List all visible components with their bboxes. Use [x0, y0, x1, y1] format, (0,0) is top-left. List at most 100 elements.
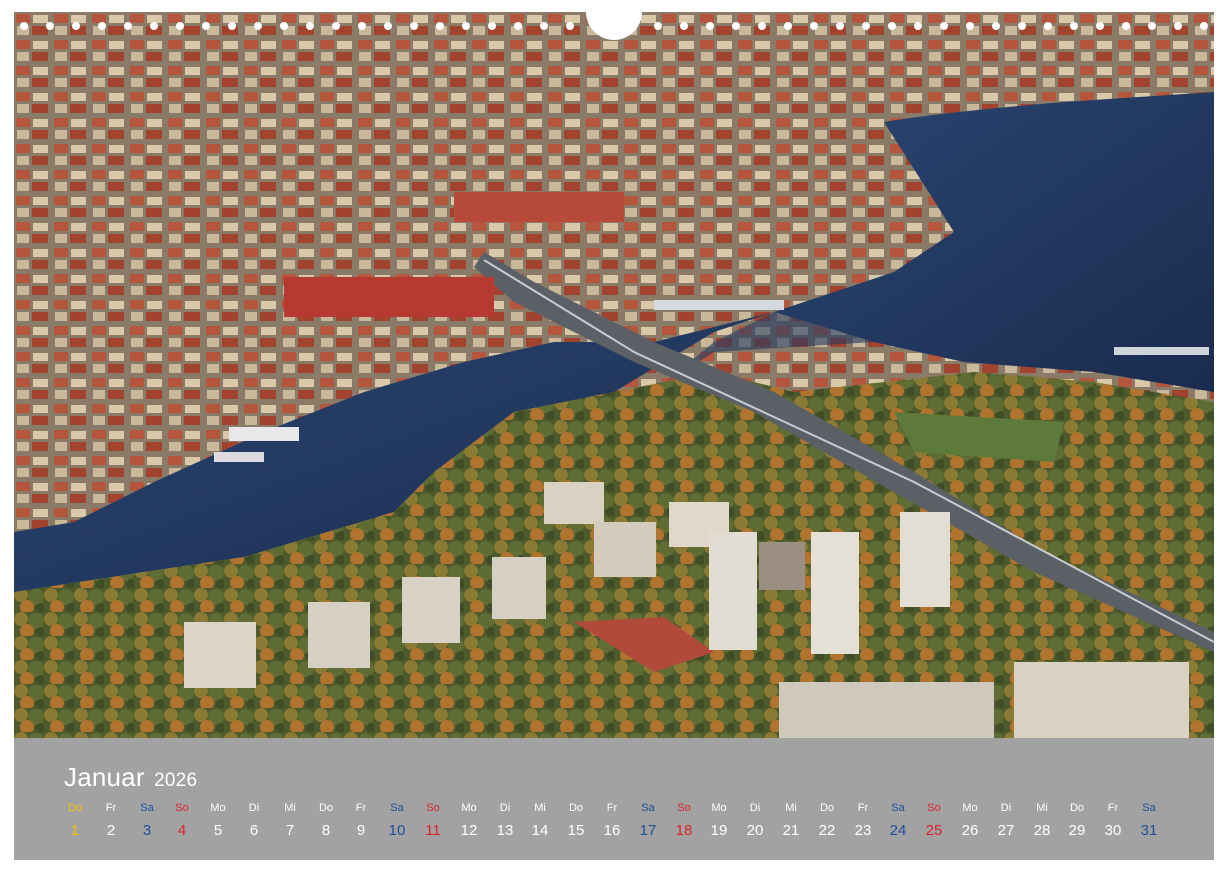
day-cell: Do 8: [308, 800, 344, 840]
day-cell: Sa 10: [379, 800, 415, 840]
day-row: Do 1 Fr 2 Sa 3 So 4 Mo 5 Di 6 Mi 7 Do 8 Fr 9 Sa 10 So 11 Mo 12 D…: [57, 800, 1177, 846]
day-number: 8: [321, 822, 331, 839]
day-cell: Di 20: [737, 800, 773, 840]
day-number: 11: [425, 822, 441, 839]
day-number: 5: [213, 822, 223, 839]
day-number: 9: [356, 822, 366, 839]
day-cell: Di 6: [236, 800, 272, 840]
weekday-label: Sa: [891, 802, 905, 814]
weekday-label: Do: [568, 802, 584, 814]
day-number: 13: [496, 822, 514, 839]
day-number: 3: [142, 822, 152, 839]
weekday-label: Sa: [641, 802, 655, 814]
month-title: Januar 2026: [64, 762, 197, 793]
day-number: 14: [531, 822, 549, 839]
weekday-label: Mo: [461, 802, 477, 814]
day-number: 17: [639, 822, 657, 839]
calendar-strip: Januar 2026 Do 1 Fr 2 Sa 3 So 4 Mo 5 Di 6 Mi 7 Do 8 Fr 9 S…: [14, 738, 1214, 860]
day-cell: Mo 19: [701, 800, 737, 840]
day-number: 1: [70, 822, 80, 839]
day-number: 30: [1104, 822, 1122, 839]
weekday-label: Mo: [711, 802, 727, 814]
day-number: 24: [889, 822, 907, 839]
day-cell: Fr 23: [845, 800, 881, 840]
day-number: 28: [1033, 822, 1051, 839]
weekday-label: Fr: [606, 802, 618, 814]
day-cell: So 25: [916, 800, 952, 840]
weekday-label: Fr: [105, 802, 117, 814]
month-name: Januar: [64, 762, 145, 792]
day-cell: Mo 26: [952, 800, 988, 840]
day-number: 20: [746, 822, 764, 839]
day-number: 2: [106, 822, 116, 839]
day-cell: Mi 28: [1024, 800, 1060, 840]
year: 2026: [154, 770, 198, 791]
day-cell: Do 29: [1059, 800, 1095, 840]
aerial-city-photo: [14, 12, 1214, 738]
weekday-label: Di: [749, 802, 761, 814]
day-cell: Fr 9: [343, 800, 379, 840]
day-number: 19: [710, 822, 728, 839]
weekday-label: Mi: [284, 802, 296, 814]
weekday-label: Mi: [785, 802, 797, 814]
day-cell: Di 27: [988, 800, 1024, 840]
weekday-label: Fr: [1107, 802, 1119, 814]
day-cell: Mi 21: [773, 800, 809, 840]
weekday-label: Do: [1069, 802, 1085, 814]
weekday-label: Sa: [390, 802, 404, 814]
weekday-label: Mi: [534, 802, 546, 814]
day-cell: Sa 31: [1131, 800, 1167, 840]
weekday-label: Mo: [962, 802, 978, 814]
day-cell: Fr 30: [1095, 800, 1131, 840]
day-cell: Fr 16: [594, 800, 630, 840]
day-number: 18: [675, 822, 693, 839]
day-cell: So 4: [164, 800, 200, 840]
weekday-label: Do: [67, 802, 83, 814]
day-number: 12: [460, 822, 478, 839]
day-cell: Sa 24: [880, 800, 916, 840]
weekday-label: Sa: [1142, 802, 1156, 814]
day-number: 16: [603, 822, 621, 839]
day-number: 22: [818, 822, 836, 839]
day-cell: Sa 3: [129, 800, 165, 840]
calendar-page: Januar 2026 Do 1 Fr 2 Sa 3 So 4 Mo 5 Di 6 Mi 7 Do 8 Fr 9 S…: [0, 0, 1222, 869]
day-cell: Mo 12: [451, 800, 487, 840]
weekday-label: Di: [1000, 802, 1012, 814]
day-cell: Di 13: [487, 800, 523, 840]
day-number: 10: [388, 822, 406, 839]
day-cell: Mi 14: [522, 800, 558, 840]
day-cell: Do 22: [809, 800, 845, 840]
day-number: 23: [854, 822, 872, 839]
weekday-label: So: [426, 802, 440, 814]
weekday-label: So: [927, 802, 941, 814]
day-cell: Fr 2: [93, 800, 129, 840]
day-number: 7: [285, 822, 295, 839]
day-number: 15: [567, 822, 585, 839]
weekday-label: Sa: [140, 802, 154, 814]
day-cell: So 11: [415, 800, 451, 840]
day-cell: Do 1: [57, 800, 93, 840]
weekday-label: Fr: [857, 802, 869, 814]
day-cell: So 18: [666, 800, 702, 840]
weekday-label: Do: [819, 802, 835, 814]
day-number: 29: [1068, 822, 1086, 839]
day-number: 25: [925, 822, 943, 839]
day-cell: Mo 5: [200, 800, 236, 840]
day-cell: Do 15: [558, 800, 594, 840]
weekday-label: Di: [248, 802, 260, 814]
day-number: 31: [1140, 822, 1158, 839]
day-number: 4: [177, 822, 187, 839]
weekday-label: So: [175, 802, 189, 814]
weekday-label: So: [677, 802, 691, 814]
weekday-label: Mo: [210, 802, 226, 814]
day-cell: Mi 7: [272, 800, 308, 840]
weekday-label: Mi: [1036, 802, 1048, 814]
weekday-label: Di: [499, 802, 511, 814]
day-cell: Sa 17: [630, 800, 666, 840]
day-number: 26: [961, 822, 979, 839]
weekday-label: Fr: [355, 802, 367, 814]
day-number: 21: [782, 822, 800, 839]
photo-illustration: [14, 12, 1214, 738]
weekday-label: Do: [318, 802, 334, 814]
day-number: 27: [997, 822, 1015, 839]
